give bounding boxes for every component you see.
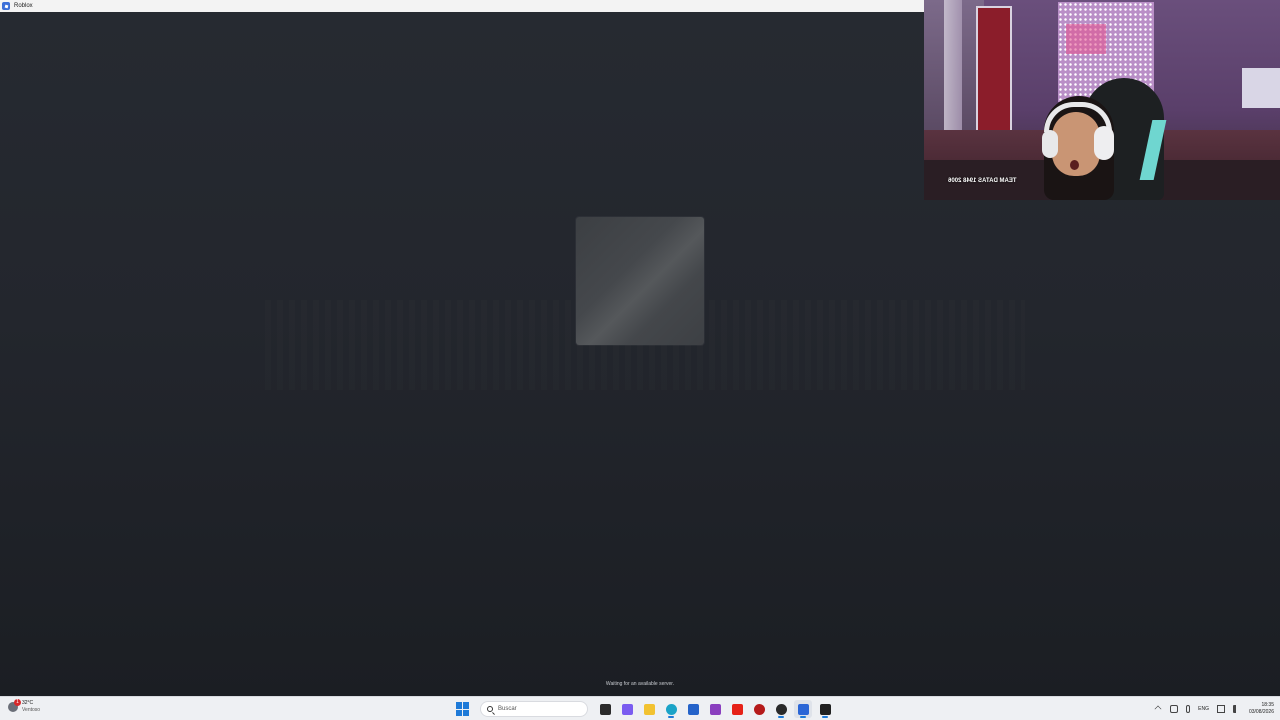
clock[interactable]: 18:35 03/08/2026 bbox=[1249, 702, 1274, 716]
obs-button[interactable] bbox=[816, 700, 834, 718]
webcam-overlay: TEAM DATAS 1948 2006 bbox=[924, 0, 1280, 200]
file-explorer-icon bbox=[643, 703, 655, 715]
roblox-app-button[interactable] bbox=[794, 700, 812, 718]
start-button[interactable] bbox=[456, 702, 470, 716]
taskbar: 1 32°C Ventoso Buscar ENG 18:35 03/08/20… bbox=[0, 696, 1280, 720]
chevron-up-icon[interactable] bbox=[1154, 705, 1162, 713]
pinned-apps bbox=[596, 700, 834, 718]
copilot-button[interactable] bbox=[618, 700, 636, 718]
dark-app-icon bbox=[775, 703, 787, 715]
copilot-icon bbox=[621, 703, 633, 715]
red-circle-app-button[interactable] bbox=[750, 700, 768, 718]
system-tray: ENG 18:35 03/08/2026 bbox=[1154, 699, 1274, 719]
red-circle-app-icon bbox=[753, 703, 765, 715]
roblox-icon bbox=[2, 2, 10, 10]
webcam-window bbox=[1242, 68, 1280, 108]
obs-icon bbox=[819, 703, 831, 715]
headphone-right bbox=[1094, 126, 1114, 160]
weather-alert-badge: 1 bbox=[14, 699, 21, 706]
microphone-icon[interactable] bbox=[1186, 705, 1191, 713]
webcam-door bbox=[976, 6, 1012, 146]
weather-condition: Ventoso bbox=[22, 707, 41, 713]
dark-app-button[interactable] bbox=[772, 700, 790, 718]
loading-thumbnail bbox=[576, 217, 704, 345]
roblox-app-icon bbox=[797, 703, 809, 715]
taskbar-search[interactable]: Buscar bbox=[480, 701, 588, 717]
display-icon[interactable] bbox=[1216, 705, 1225, 713]
language-indicator[interactable]: ENG bbox=[1198, 706, 1209, 712]
clock-date: 03/08/2026 bbox=[1248, 709, 1274, 715]
search-icon bbox=[487, 706, 493, 712]
running-indicator bbox=[822, 716, 828, 718]
weather-widget[interactable]: 1 32°C Ventoso bbox=[8, 699, 41, 714]
youtube-icon bbox=[731, 703, 743, 715]
file-explorer-button[interactable] bbox=[640, 700, 658, 718]
edge-icon bbox=[665, 703, 677, 715]
store-button[interactable] bbox=[684, 700, 702, 718]
network-off-icon[interactable] bbox=[1170, 705, 1179, 713]
weather-temperature: 32°C bbox=[22, 700, 34, 706]
task-view-button[interactable] bbox=[596, 700, 614, 718]
purple-app-button[interactable] bbox=[706, 700, 724, 718]
edge-button[interactable] bbox=[662, 700, 680, 718]
weather-icon: 1 bbox=[8, 699, 21, 712]
search-placeholder: Buscar bbox=[498, 706, 517, 712]
volume-icon[interactable] bbox=[1232, 705, 1241, 713]
running-indicator bbox=[668, 716, 674, 718]
running-indicator bbox=[778, 716, 784, 718]
youtube-button[interactable] bbox=[728, 700, 746, 718]
store-icon bbox=[687, 703, 699, 715]
task-view-icon bbox=[599, 703, 611, 715]
streamer-mouth bbox=[1070, 160, 1079, 170]
headphone-left bbox=[1042, 130, 1058, 158]
taskbar-center: Buscar bbox=[456, 699, 834, 719]
window-title: Roblox bbox=[14, 3, 33, 9]
clock-time: 18:35 bbox=[1261, 702, 1274, 708]
running-indicator bbox=[800, 716, 806, 718]
webcam-overlay-text: TEAM DATAS 1948 2006 bbox=[948, 178, 1017, 184]
purple-app-icon bbox=[709, 703, 721, 715]
server-status-text: Waiting for an available server. bbox=[605, 681, 675, 687]
